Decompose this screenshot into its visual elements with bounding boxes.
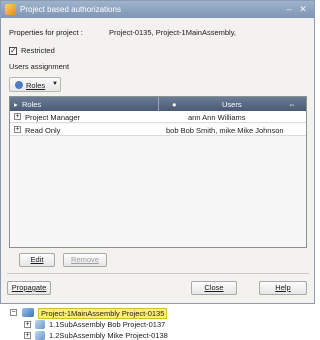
- tree-item-label: 1.2SubAssembly Mike Project-0138: [49, 331, 168, 340]
- edit-button[interactable]: Edit: [19, 253, 55, 267]
- help-button[interactable]: Help: [259, 281, 307, 295]
- roles-users-grid: ▸ Roles ● Users ⇔ + Project Manager ann …: [9, 96, 307, 248]
- collapse-icon[interactable]: −: [10, 309, 17, 316]
- users-column-header[interactable]: ● Users ⇔: [160, 97, 306, 111]
- sort-icon: ▸: [14, 100, 18, 109]
- help-button-label: Help: [275, 283, 291, 292]
- close-button-label: Close: [204, 283, 224, 292]
- propagate-button[interactable]: Propagate: [7, 281, 51, 295]
- role-cell: Read Only: [25, 126, 61, 135]
- minimize-icon[interactable]: –: [283, 3, 295, 15]
- table-row[interactable]: + Project Manager ann Ann Williams: [10, 111, 306, 123]
- propagate-button-label: Propagate: [11, 283, 47, 292]
- expand-icon[interactable]: +: [14, 126, 21, 133]
- grid-header: ▸ Roles ● Users ⇔: [10, 97, 306, 111]
- tree-item-label: Project-1MainAssembly Project-0135: [38, 308, 168, 319]
- close-icon[interactable]: ✕: [297, 3, 309, 15]
- users-cell: ann Ann Williams: [188, 113, 246, 122]
- divider: [7, 273, 309, 274]
- expand-icon[interactable]: +: [24, 321, 31, 328]
- roles-dropdown-button[interactable]: Roles ▼: [9, 77, 61, 92]
- filter-icon[interactable]: ⇔: [288, 100, 296, 109]
- roles-column-header[interactable]: ▸ Roles: [10, 97, 159, 111]
- expand-icon[interactable]: +: [24, 332, 31, 339]
- app-icon: [5, 4, 16, 15]
- users-header-text: Users: [222, 100, 242, 109]
- restricted-label: Restricted: [21, 46, 55, 55]
- remove-button[interactable]: Remove: [63, 253, 107, 267]
- chevron-down-icon: ▼: [52, 81, 58, 87]
- remove-button-label: Remove: [71, 255, 99, 264]
- title-bar[interactable]: Project based authorizations – ✕: [1, 1, 314, 18]
- properties-value: Project-0135, Project-1MainAssembly,: [109, 28, 236, 37]
- roles-icon: [15, 81, 23, 89]
- users-assignment-label: Users assignment: [9, 62, 70, 71]
- window-title: Project based authorizations: [20, 5, 121, 14]
- assembly-icon: [22, 308, 34, 317]
- tree-item-label: 1.1SubAssembly Bob Project-0137: [49, 320, 166, 329]
- subassembly-icon: [35, 331, 45, 340]
- role-cell: Project Manager: [25, 113, 81, 122]
- restricted-checkbox[interactable]: ✓: [9, 47, 17, 55]
- close-button[interactable]: Close: [191, 281, 237, 295]
- table-row[interactable]: + Read Only bob Bob Smith, mike Mike Joh…: [10, 124, 306, 136]
- edit-button-label: Edit: [30, 255, 44, 264]
- project-tree: − Project-1MainAssembly Project-0135 + 1…: [0, 306, 315, 340]
- roles-button-label: Roles: [26, 81, 46, 90]
- expand-icon[interactable]: +: [14, 113, 21, 120]
- users-cell: bob Bob Smith, mike Mike Johnson: [166, 126, 284, 135]
- authorization-dialog: Project based authorizations – ✕ Propert…: [0, 0, 315, 304]
- properties-label: Properties for project :: [9, 28, 83, 37]
- subassembly-icon: [35, 320, 45, 329]
- user-icon: ●: [172, 100, 177, 109]
- roles-header-text: Roles: [22, 100, 42, 109]
